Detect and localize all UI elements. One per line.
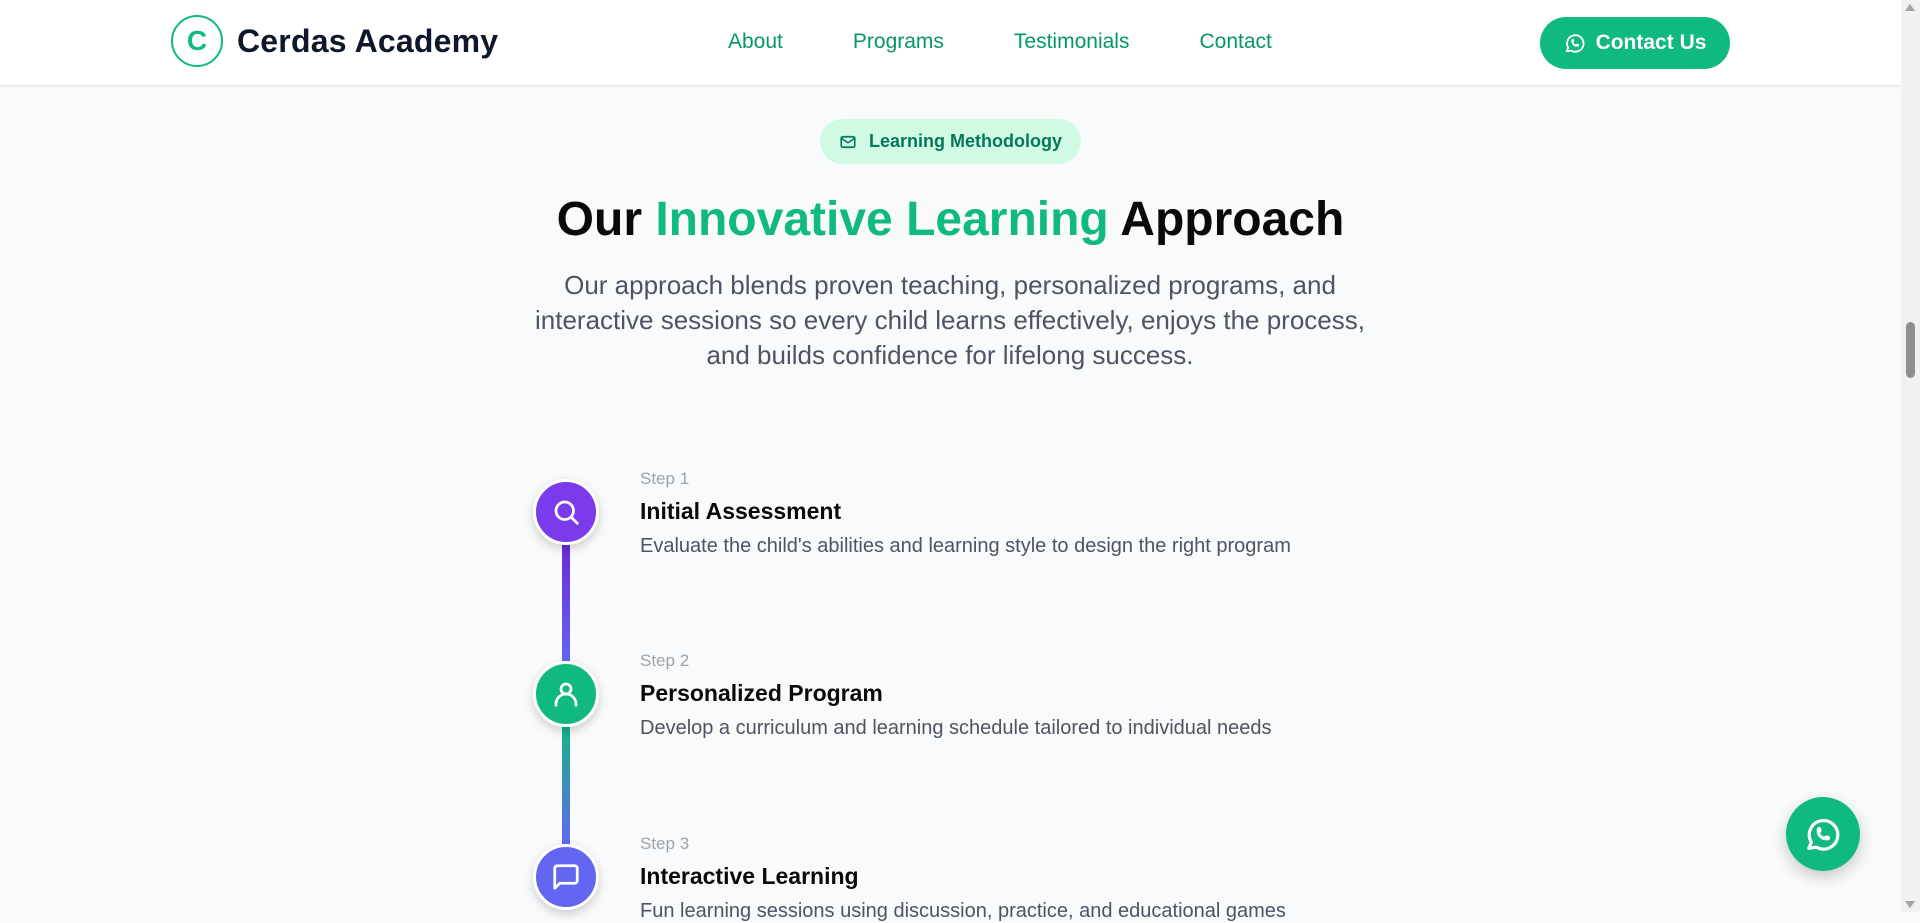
step-2: Step 2 Personalized Program Develop a cu… [640,651,1272,740]
section-subtitle: Our approach blends proven teaching, per… [535,270,1365,370]
nav-programs[interactable]: Programs [853,30,944,54]
badge-label: Learning Methodology [869,131,1062,151]
title-pre: Our [556,193,656,246]
site-header: C Cerdas Academy About Programs Testimon… [0,0,1901,86]
logo-mark: C [171,15,223,67]
step-number: Step 3 [640,834,690,853]
user-icon [554,682,578,707]
whatsapp-icon [1565,34,1585,53]
mail-icon [840,135,856,148]
step-1: Step 1 Initial Assessment Evaluate the c… [640,469,1291,558]
step-2-badge [533,661,599,727]
title-post: Approach [1108,193,1345,246]
whatsapp-floating-button[interactable] [1786,797,1860,871]
step-description: Evaluate the child's abilities and learn… [640,535,1291,557]
whatsapp-icon [1807,819,1840,851]
step-number: Step 1 [640,469,690,488]
timeline-connector [562,540,570,662]
step-title: Personalized Program [640,680,883,706]
title-accent: Innovative Learning [655,193,1109,246]
scroll-thumb[interactable] [1906,322,1915,378]
nav-contact[interactable]: Contact [1199,30,1271,54]
timeline-connector [562,720,570,845]
scroll-down-icon[interactable] [1905,901,1915,908]
contact-us-button[interactable]: Contact Us [1540,17,1730,69]
step-title: Initial Assessment [640,498,842,524]
step-3: Step 3 Interactive Learning Fun learning… [640,834,1286,923]
section-badge: Learning Methodology [820,119,1081,164]
step-title: Interactive Learning [640,863,859,889]
step-3-badge [533,844,599,910]
step-description: Develop a curriculum and learning schedu… [640,717,1272,739]
scroll-up-icon[interactable] [1905,4,1915,11]
nav-about[interactable]: About [728,30,783,54]
brand-name: Cerdas Academy [237,22,499,59]
section-title: Our Innovative Learning Approach [0,192,1901,247]
step-number: Step 2 [640,651,690,670]
nav-testimonials[interactable]: Testimonials [1014,30,1130,54]
page-scrollbar[interactable] [1901,0,1920,912]
logo[interactable]: C Cerdas Academy [171,15,498,67]
main-nav: About Programs Testimonials Contact [728,30,1272,54]
contact-us-label: Contact Us [1595,31,1707,54]
step-1-badge [533,479,599,545]
chat-icon [553,864,579,890]
search-icon [554,500,579,525]
